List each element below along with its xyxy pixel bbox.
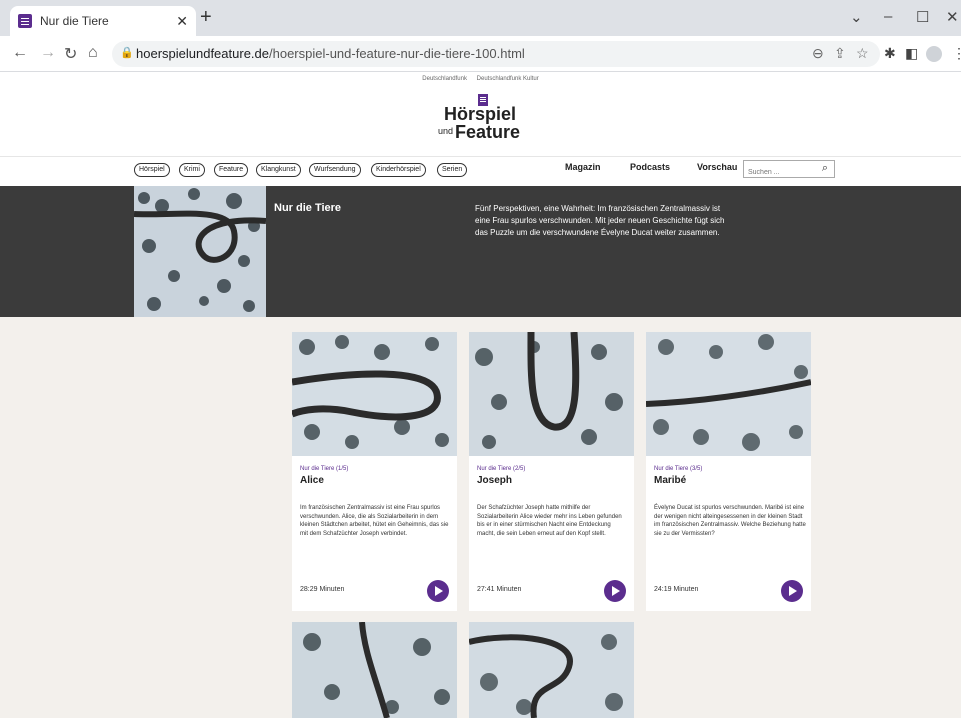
nav-pill-wurfsendung[interactable]: Wurfsendung (309, 163, 361, 177)
forward-icon[interactable]: → (40, 44, 56, 62)
episode-title[interactable]: Alice (300, 475, 324, 486)
back-icon[interactable]: ← (12, 44, 28, 62)
episode-card[interactable]: Nur die Tiere (3/5) Maribé Évelyne Ducat… (646, 332, 811, 611)
close-window-icon[interactable]: ✕ (946, 8, 959, 26)
maximize-icon[interactable]: ☐ (916, 8, 929, 26)
tab-search-icon[interactable]: ⌄ (850, 8, 863, 26)
episode-image[interactable] (469, 332, 634, 456)
tab-title: Nur die Tiere (40, 14, 109, 28)
url-text[interactable]: hoerspielundfeature.de/hoerspiel-und-fea… (136, 46, 525, 61)
browser-toolbar: ← → ↻ ⌂ 🔒 hoerspielundfeature.de/hoerspi… (0, 36, 961, 72)
star-icon[interactable]: ☆ (856, 45, 869, 62)
page-content: Deutschlandfunk Deutschlandfunk Kultur H… (0, 72, 961, 718)
address-bar[interactable]: 🔒 hoerspielundfeature.de/hoerspiel-und-f… (112, 41, 880, 67)
episode-image[interactable] (292, 332, 457, 456)
episode-duration: 28:29 Minuten (300, 586, 345, 593)
nav-pill-krimi[interactable]: Krimi (179, 163, 205, 177)
menu-icon[interactable]: ⋮ (952, 45, 961, 62)
nav-pill-klangkunst[interactable]: Klangkunst (256, 163, 301, 177)
sidepanel-icon[interactable]: ◧ (905, 45, 918, 62)
close-tab-icon[interactable]: ✕ (176, 13, 188, 30)
search-icon[interactable]: ⌕ (822, 162, 828, 175)
episode-image[interactable] (646, 332, 811, 456)
episode-duration: 24:19 Minuten (654, 586, 699, 593)
browser-tab[interactable]: Nur die Tiere ✕ (10, 6, 196, 36)
site-header: Deutschlandfunk Deutschlandfunk Kultur H… (0, 72, 961, 186)
nav-link-magazin[interactable]: Magazin (565, 162, 601, 172)
network-links: Deutschlandfunk Deutschlandfunk Kultur (0, 76, 961, 82)
zoom-icon[interactable]: ⊖ (812, 45, 824, 62)
nav-pill-hoerspiel[interactable]: Hörspiel (134, 163, 170, 177)
extensions-icon[interactable]: ✱ (884, 45, 896, 62)
episode-teaser: Évelyne Ducat ist spurlos verschwunden. … (654, 505, 806, 537)
episode-image[interactable] (469, 622, 634, 718)
episode-series: Nur die Tiere (1/5) (300, 466, 349, 472)
link-deutschlandfunk-kultur[interactable]: Deutschlandfunk Kultur (477, 76, 539, 82)
search-box: ⌕ (743, 160, 835, 181)
hero-image (134, 186, 266, 317)
nav-link-vorschau[interactable]: Vorschau (697, 162, 737, 172)
episode-series: Nur die Tiere (3/5) (654, 466, 703, 472)
play-icon[interactable] (604, 580, 626, 602)
link-deutschlandfunk[interactable]: Deutschlandfunk (422, 76, 467, 82)
profile-icon[interactable] (926, 46, 942, 62)
minimize-icon[interactable]: – (884, 8, 892, 25)
episode-image[interactable] (292, 622, 457, 718)
home-icon[interactable]: ⌂ (88, 44, 98, 62)
series-description: Fünf Perspektiven, eine Wahrheit: Im fra… (475, 204, 725, 237)
nav-pill-kinderhoerspiel[interactable]: Kinderhörspiel (371, 163, 426, 177)
main-navigation: Hörspiel Krimi Feature Klangkunst Wurfse… (0, 156, 961, 182)
episode-title[interactable]: Joseph (477, 475, 512, 486)
episode-title[interactable]: Maribé (654, 475, 686, 486)
browser-tabstrip: Nur die Tiere ✕ + ⌄ – ☐ ✕ (0, 0, 961, 36)
play-icon[interactable] (427, 580, 449, 602)
nav-pill-feature[interactable]: Feature (214, 163, 249, 177)
episode-teaser: Im französischen Zentralmassiv ist eine … (300, 505, 449, 537)
play-icon[interactable] (781, 580, 803, 602)
series-hero: Nur die Tiere Fünf Perspektiven, eine Wa… (0, 186, 961, 317)
new-tab-button[interactable]: + (200, 6, 212, 29)
site-favicon-icon (18, 14, 32, 28)
nav-pill-serien[interactable]: Serien (437, 163, 468, 177)
share-icon[interactable]: ⇪ (834, 45, 846, 62)
episode-card[interactable]: Nur die Tiere (1/5) Alice Im französisch… (292, 332, 457, 611)
nav-link-podcasts[interactable]: Podcasts (630, 162, 670, 172)
episode-duration: 27:41 Minuten (477, 586, 522, 593)
episode-card[interactable]: Nur die Tiere (2/5) Joseph Der Schafzüch… (469, 332, 634, 611)
series-title: Nur die Tiere (274, 202, 342, 214)
episode-teaser: Der Schafzüchter Joseph hatte mithilfe d… (477, 505, 622, 537)
episode-series: Nur die Tiere (2/5) (477, 466, 526, 472)
lock-icon[interactable]: 🔒 (120, 46, 134, 59)
logo-text-feature[interactable]: und Feature (438, 122, 520, 143)
reload-icon[interactable]: ↻ (64, 44, 77, 64)
search-input[interactable] (744, 164, 814, 181)
